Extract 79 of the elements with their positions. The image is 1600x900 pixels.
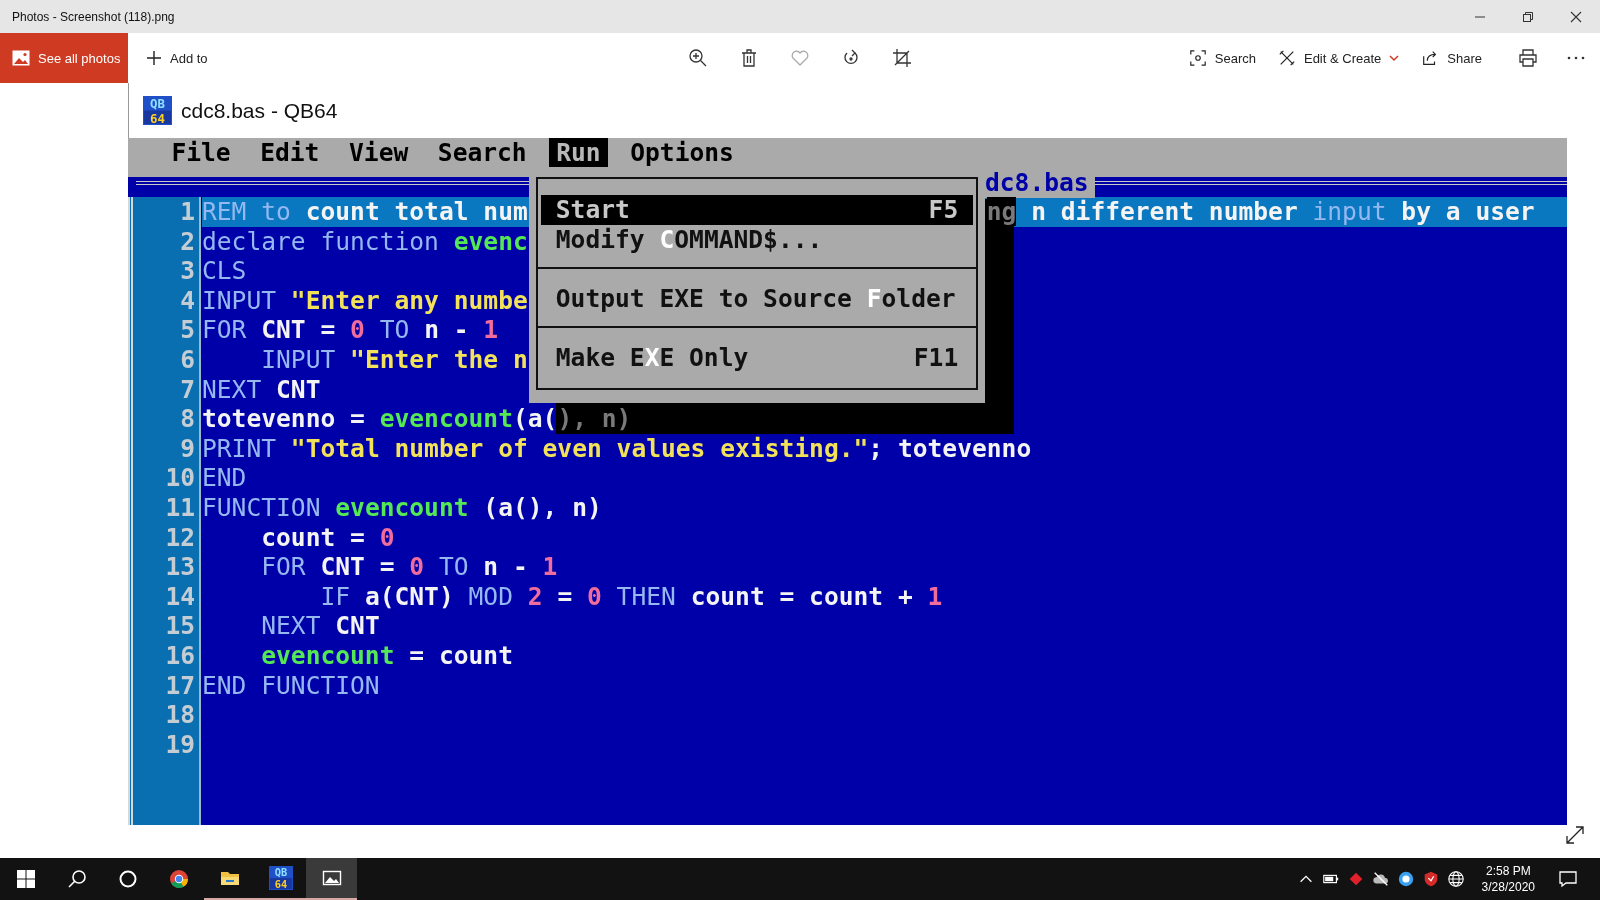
close-icon[interactable] — [1570, 10, 1582, 23]
code-line: NEXT CNT — [202, 374, 321, 405]
notification-icon[interactable] — [1558, 869, 1578, 889]
line-number: 6 — [179, 344, 195, 375]
app-logo-icon: QB 64 — [143, 96, 172, 125]
brush-icon — [1277, 49, 1296, 67]
line-number: 2 — [179, 226, 195, 257]
windows-logo-icon — [15, 869, 36, 889]
circle-icon[interactable] — [1396, 870, 1415, 888]
code-line: REM to count total num — [202, 197, 528, 227]
menu-item[interactable]: Output EXE to Source Folder — [541, 283, 973, 314]
menu-bar-item[interactable]: Edit — [252, 138, 327, 167]
zoom-in-icon[interactable] — [688, 48, 708, 68]
window-title: cdc8.bas - QB64 — [181, 98, 338, 123]
search-icon — [66, 869, 87, 889]
expand-icon[interactable] — [1565, 825, 1585, 845]
code-line: PRINT "Total number of even values existing."; totevenno — [202, 433, 1032, 464]
app-logo-icon: QB 64 — [268, 866, 293, 890]
line-number: 16 — [164, 640, 195, 671]
chrome-icon — [168, 869, 189, 889]
code-line: INPUT "Enter the n — [260, 344, 528, 375]
code-line: NEXT CNT — [260, 611, 380, 641]
menu-item[interactable]: Start F5 — [541, 195, 973, 225]
see-all-photos-button[interactable]: See all photos — [0, 33, 128, 83]
share-button[interactable]: Share — [1413, 41, 1490, 75]
menu-bar-item[interactable]: Run — [548, 138, 609, 167]
edit-button[interactable]: Edit & Create — [1269, 41, 1408, 75]
plus-icon — [146, 50, 162, 66]
code-line: IF a(CNT) MOD 2 = 0 THEN count = count + 1 — [319, 581, 943, 612]
line-number: 1 — [179, 197, 195, 227]
line-number: 3 — [179, 256, 195, 286]
code-line: FUNCTION evencount (a(), n) — [202, 492, 602, 523]
taskbar-button[interactable] — [306, 858, 357, 900]
line-number: 7 — [179, 374, 195, 405]
line-number: 8 — [179, 404, 195, 434]
line-number: 12 — [164, 522, 195, 553]
search-icon — [1188, 49, 1207, 67]
code-line: INPUT "Enter any numbe — [202, 285, 528, 316]
globe-icon[interactable] — [1446, 870, 1465, 888]
window-title: Photos - Screenshot (118).png — [12, 9, 175, 24]
line-number: 4 — [179, 285, 195, 316]
clock-date[interactable]: 3/28/2020 — [1481, 879, 1535, 895]
line-number: 10 — [164, 463, 195, 493]
code-line: evencount = count — [260, 640, 513, 671]
caret-icon — [1389, 54, 1400, 62]
code-line: FOR CNT = 0 TO n - 1 — [202, 315, 499, 345]
code-line: ng n different number input by a user — [986, 197, 1535, 227]
code-line: CLS — [202, 256, 247, 286]
add-to-button[interactable]: Add to — [138, 41, 216, 75]
line-number: 11 — [164, 492, 195, 523]
trash-icon[interactable] — [739, 48, 759, 68]
clock-time[interactable]: 2:58 PM — [1485, 863, 1531, 879]
line-number: 19 — [164, 729, 195, 760]
line-number: 18 — [164, 700, 195, 730]
code-line: count = 0 — [260, 522, 395, 553]
circle-icon — [117, 869, 138, 889]
menu-item[interactable]: Make EXE Only F11 — [541, 342, 973, 373]
line-number: 9 — [179, 433, 195, 464]
restore-icon[interactable] — [1522, 10, 1534, 23]
crop-icon[interactable] — [892, 48, 912, 68]
print-icon[interactable] — [1518, 48, 1538, 68]
cloud-icon[interactable] — [1371, 870, 1390, 888]
code-line: END FUNCTION — [202, 670, 380, 701]
code-line: FOR CNT = 0 TO n - 1 — [260, 552, 558, 582]
line-number: 14 — [164, 581, 195, 612]
image-icon — [321, 868, 342, 888]
image-icon — [12, 50, 30, 66]
menu-bar-item[interactable]: File — [164, 138, 238, 167]
code-line: END — [202, 463, 247, 493]
search-button[interactable]: Search — [1180, 41, 1264, 75]
code-line: declare function evenc — [202, 226, 528, 257]
line-number: 17 — [164, 670, 195, 701]
menu-item[interactable]: Modify COMMAND$... — [541, 224, 973, 255]
line-number: 5 — [179, 315, 195, 345]
line-number: 15 — [164, 611, 195, 641]
menu-bar-item[interactable]: View — [341, 138, 416, 167]
line-number: 13 — [164, 552, 195, 582]
menu-bar-item[interactable]: Options — [622, 138, 742, 167]
menu-bar-item[interactable]: Search — [430, 138, 535, 167]
